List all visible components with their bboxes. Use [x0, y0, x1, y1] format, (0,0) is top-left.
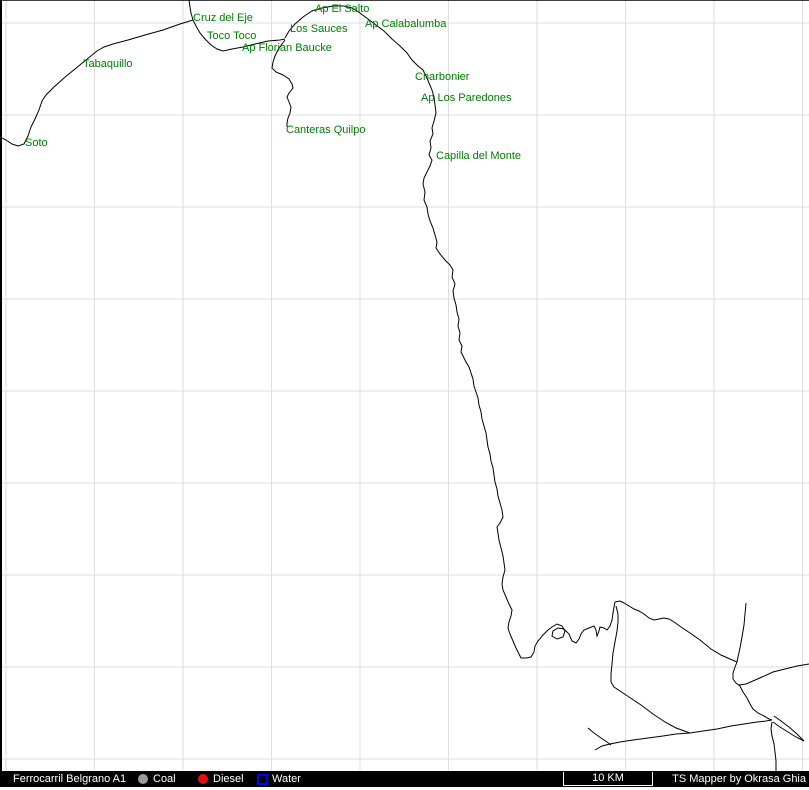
route-name: Ferrocarril Belgrano A1 [13, 773, 126, 785]
ts-mapper-window: Cruz del Eje Toco Toco Ap El Salto Los Sauc… [0, 0, 809, 790]
water-square-icon [257, 774, 268, 785]
railway-tracks [0, 0, 809, 771]
station-label: Ap El Salto [315, 4, 369, 15]
station-label: Cruz del Eje [193, 13, 253, 24]
route-map[interactable]: Cruz del Eje Toco Toco Ap El Salto Los Sauc… [0, 0, 809, 771]
track-segment [615, 601, 737, 662]
station-label: Los Sauces [290, 24, 347, 35]
grid-lines [0, 0, 809, 771]
station-label: Charbonier [415, 72, 469, 83]
scale-bar: 10 KM [563, 772, 653, 786]
track-segment [771, 722, 776, 771]
coal-circle-icon [138, 774, 148, 784]
station-label: Toco Toco [207, 31, 256, 42]
legend-label: Coal [153, 773, 176, 785]
track-segment [733, 662, 772, 720]
status-bar: Ferrocarril Belgrano A1 CoalDieselWater … [0, 771, 809, 787]
scale-label: 10 KM [592, 772, 624, 784]
track-segment [774, 716, 804, 741]
track-segment [595, 720, 772, 750]
track-segment [737, 603, 746, 662]
station-label: Soto [25, 138, 48, 149]
diesel-circle-icon [198, 774, 208, 784]
station-label: Ap Calabalumba [365, 19, 446, 30]
credit-text: TS Mapper by Okrasa Ghia [672, 773, 806, 785]
map-canvas[interactable] [0, 0, 809, 771]
map-border [1, 0, 809, 771]
track-segment [588, 728, 611, 745]
station-label: Tabaquillo [83, 59, 133, 70]
track-segment [773, 722, 804, 741]
legend-label: Diesel [213, 773, 244, 785]
track-segment [0, 20, 193, 146]
station-label: Ap Los Paredones [421, 93, 512, 104]
legend-label: Water [272, 773, 301, 785]
station-label: Ap Florian Baucke [242, 43, 332, 54]
station-label: Canteras Quilpo [286, 125, 366, 136]
station-label: Capilla del Monte [436, 151, 521, 162]
